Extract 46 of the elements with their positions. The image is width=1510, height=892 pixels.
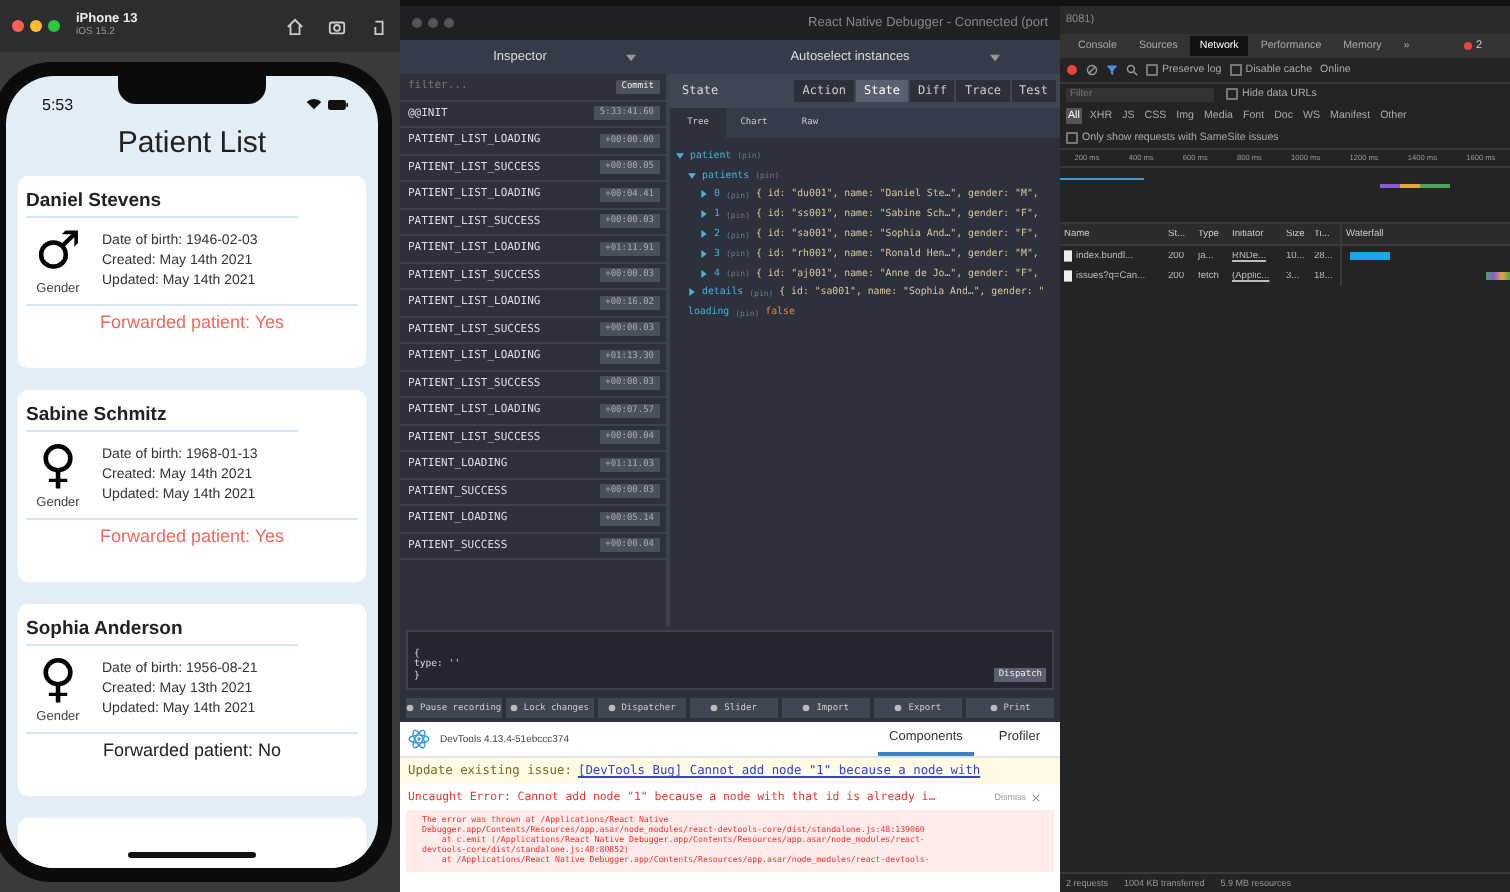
caret-right-icon[interactable] (700, 210, 708, 219)
status-time: 5:53 (42, 95, 76, 113)
caret-right-icon[interactable] (688, 288, 696, 297)
zoom-button[interactable] (48, 20, 60, 32)
record-icon[interactable] (1066, 64, 1078, 76)
caret-icon (989, 53, 1000, 61)
waterfall-bar (1350, 252, 1390, 260)
dot-icon (989, 704, 998, 712)
patient-name: Sabine Schmitz (26, 404, 298, 432)
caret-down-icon[interactable] (688, 171, 696, 180)
dot-icon (802, 704, 811, 712)
gender-symbol: ♀ (38, 654, 78, 706)
timeline-bar (1060, 178, 1144, 180)
patient-name: Sophia Anderson (26, 618, 298, 646)
battery-icon (328, 99, 348, 109)
patient-name: Daniel Stevens (26, 190, 298, 218)
screen-title: Patient List (115, 126, 269, 160)
camera-icon[interactable] (328, 17, 346, 35)
gender-symbol: ♂ (34, 226, 82, 278)
atom-icon (408, 728, 430, 750)
filter-icon[interactable] (1106, 64, 1118, 76)
caret-right-icon[interactable] (700, 230, 708, 239)
caret-right-icon[interactable] (700, 190, 708, 199)
dot-icon (509, 704, 518, 712)
dot-icon (406, 704, 414, 712)
forwarded-status: Forwarded patient: No (100, 738, 284, 760)
caret-right-icon[interactable] (700, 269, 708, 278)
timeline-segments-drawing (1380, 184, 1450, 188)
search-icon[interactable] (1126, 64, 1138, 76)
home-icon[interactable] (286, 17, 304, 35)
waterfall-bar (1486, 272, 1510, 280)
forwarded-status: Forwarded patient: Yes (97, 524, 287, 546)
gender-symbol: ♀ (38, 440, 78, 492)
caret-down-icon[interactable] (676, 151, 684, 160)
minimize-button[interactable] (30, 20, 42, 32)
dot-icon (710, 704, 719, 712)
clear-icon[interactable] (1086, 64, 1098, 76)
close-icon (1032, 793, 1040, 801)
dot-icon (607, 704, 616, 712)
wifi-icon (306, 98, 322, 110)
forwarded-status: Forwarded patient: Yes (97, 310, 287, 332)
dot-icon (894, 704, 903, 712)
close-button[interactable] (12, 20, 24, 32)
caret-icon (626, 53, 637, 61)
home-indicator (128, 852, 256, 858)
caret-right-icon[interactable] (700, 249, 708, 258)
